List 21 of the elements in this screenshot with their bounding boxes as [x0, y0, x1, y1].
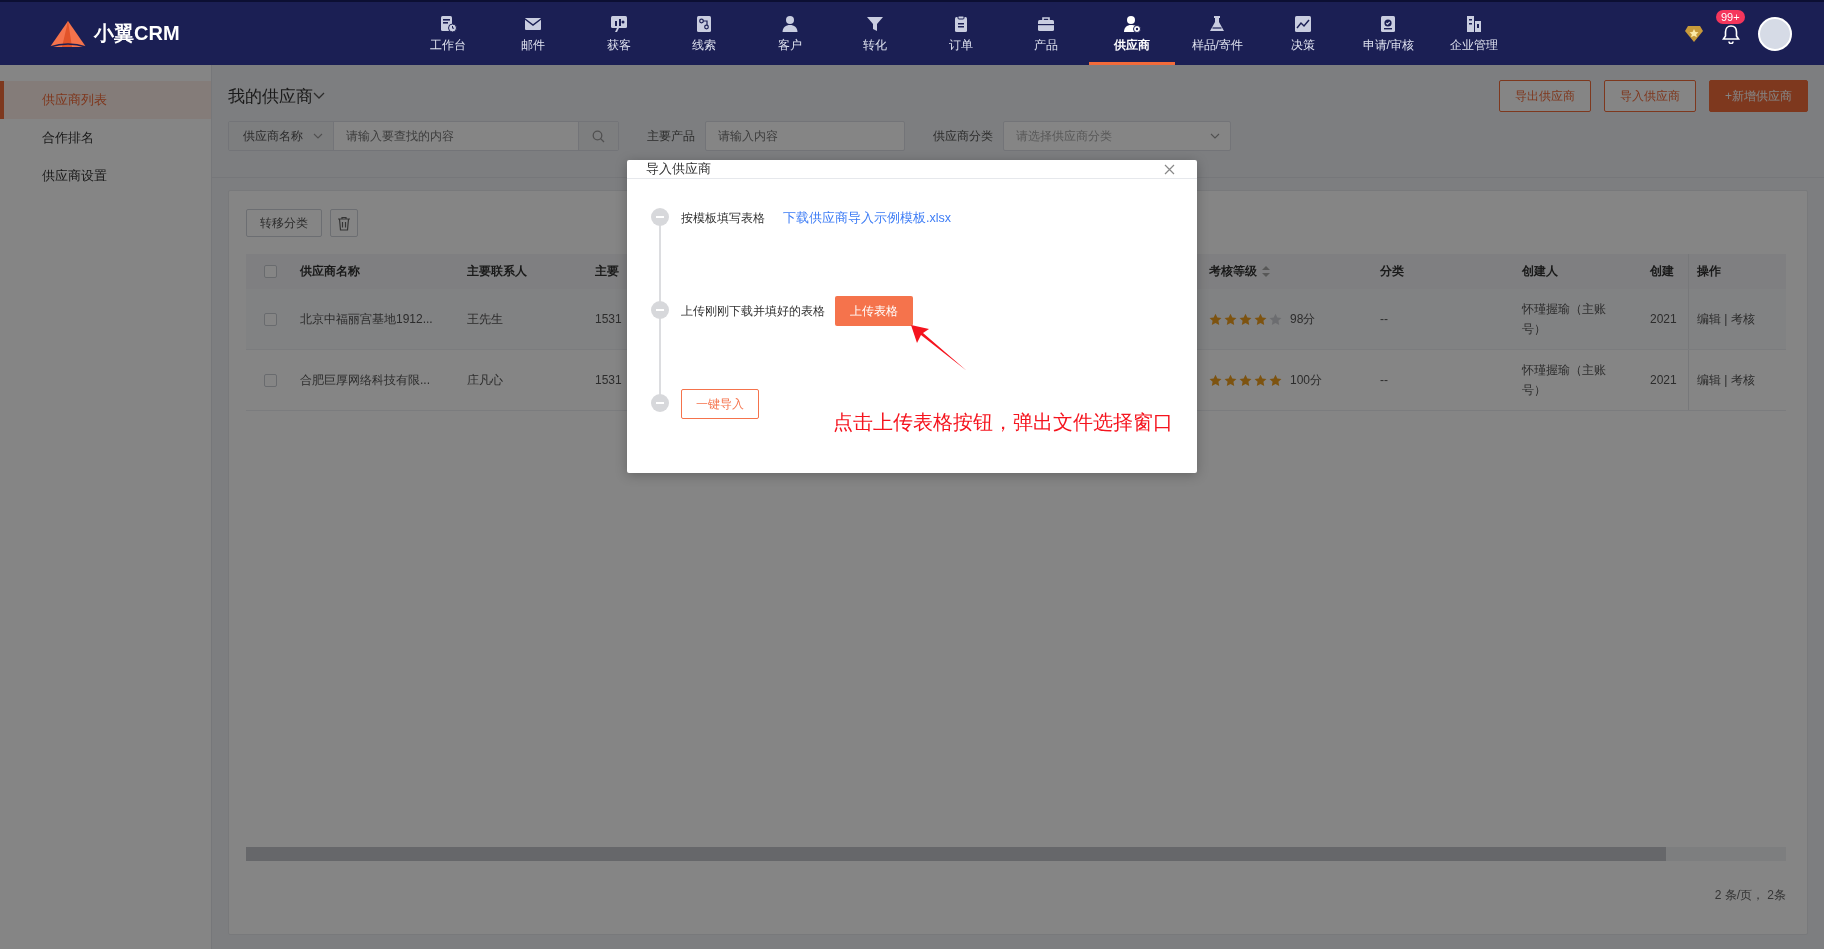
table-cell: 1531: [595, 312, 622, 326]
logo-text: 小翼CRM: [94, 21, 180, 46]
notification-badge: 99+: [1716, 9, 1745, 24]
contact-name: 王先生: [467, 310, 503, 328]
annotation-text: 点击上传表格按钮，弹出文件选择窗口: [833, 410, 1173, 435]
category-text: --: [1380, 373, 1388, 387]
creator-name: 怀瑾握瑜（主账号）: [1522, 362, 1607, 399]
step-text: 上传刚刚下载并填好的表格: [681, 303, 825, 320]
category-text: --: [1380, 312, 1388, 326]
step-text: 按模板填写表格: [681, 210, 765, 227]
pagination-info: 2 条/页， 2条: [1713, 887, 1786, 904]
created-date: 2021: [1650, 373, 1677, 387]
score: 100分: [1290, 371, 1323, 389]
dialog-title: 导入供应商: [646, 160, 711, 178]
contact-name: 庄凡心: [467, 371, 503, 389]
filter-label: 主要产品: [647, 127, 695, 145]
score: 98分: [1290, 310, 1316, 328]
creator-name: 怀瑾握瑜（主账号）: [1522, 301, 1607, 338]
filter-label: 供应商分类: [933, 127, 993, 145]
table-cell: 1531: [595, 373, 622, 387]
created-date: 2021: [1650, 312, 1677, 326]
